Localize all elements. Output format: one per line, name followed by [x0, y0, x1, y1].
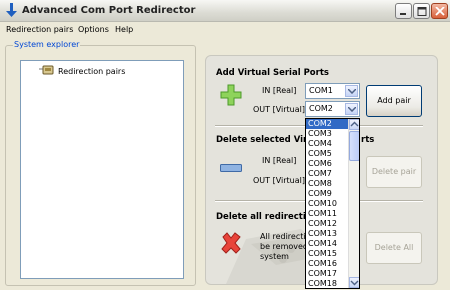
chevron-down-icon[interactable]: [345, 85, 358, 97]
menu-redirection-pairs[interactable]: Redirection pairs: [6, 25, 73, 34]
scroll-down-button[interactable]: [349, 277, 359, 288]
delete-section-title-tail: rts: [361, 135, 375, 145]
delete-in-label: IN [Real]: [262, 156, 297, 165]
add-pair-button[interactable]: Add pair: [366, 85, 422, 117]
dropdown-option[interactable]: COM6: [306, 159, 349, 169]
add-out-label: OUT [Virtual]: [253, 105, 305, 114]
chevron-up-icon: [350, 121, 359, 127]
chevron-down-icon[interactable]: [345, 103, 358, 115]
delete-all-desc-3: system: [260, 252, 289, 261]
minus-icon: [220, 164, 242, 174]
dropdown-option[interactable]: COM14: [306, 239, 349, 249]
dropdown-option[interactable]: COM3: [306, 129, 349, 139]
out-port-select[interactable]: COM2: [305, 101, 360, 117]
dropdown-option[interactable]: COM15: [306, 249, 349, 259]
connector-icon: [39, 65, 55, 78]
port-dropdown-list[interactable]: COM2 COM3 COM4 COM5 COM6 COM7 COM8 COM9 COM10 COM…: [305, 118, 360, 289]
tree-node-label: Redirection pairs: [58, 67, 126, 76]
add-in-label: IN [Real]: [262, 86, 297, 95]
in-port-select[interactable]: COM1: [305, 83, 360, 99]
delete-out-label: OUT [Virtual]: [253, 176, 305, 185]
chevron-down-icon: [350, 280, 359, 286]
dropdown-scrollbar[interactable]: [348, 119, 359, 288]
dropdown-option[interactable]: COM18: [306, 279, 349, 288]
menu-options[interactable]: Options: [78, 25, 109, 34]
scroll-up-button[interactable]: [349, 119, 359, 130]
delete-all-desc-2: be removed: [260, 242, 308, 251]
dropdown-option[interactable]: COM12: [306, 219, 349, 229]
dropdown-option[interactable]: COM9: [306, 189, 349, 199]
minimize-icon: [400, 13, 406, 15]
close-button[interactable]: [431, 3, 448, 19]
title-bar: Advanced Com Port Redirector: [0, 0, 450, 22]
delete-all-section-title: Delete all redirection: [216, 212, 318, 222]
delete-pair-button[interactable]: Delete pair: [366, 156, 422, 188]
dropdown-option[interactable]: COM7: [306, 169, 349, 179]
maximize-button[interactable]: [413, 3, 430, 19]
dropdown-option[interactable]: COM8: [306, 179, 349, 189]
dropdown-option[interactable]: COM17: [306, 269, 349, 279]
tree-node-redirection-pairs[interactable]: Redirection pairs: [39, 65, 125, 78]
dropdown-option[interactable]: COM13: [306, 229, 349, 239]
minimize-button[interactable]: [395, 3, 412, 19]
delete-section-title: Delete selected Virtu: [216, 135, 318, 145]
explorer-tree[interactable]: Redirection pairs: [20, 60, 184, 279]
dropdown-option[interactable]: COM16: [306, 259, 349, 269]
add-section-title: Add Virtual Serial Ports: [216, 68, 329, 78]
maximize-icon: [417, 7, 427, 16]
delete-x-icon: [220, 232, 242, 256]
app-arrow-icon: [5, 3, 18, 18]
dropdown-option[interactable]: COM10: [306, 199, 349, 209]
delete-all-button[interactable]: Delete All: [366, 232, 422, 264]
scroll-thumb[interactable]: [349, 131, 359, 161]
dropdown-option[interactable]: COM4: [306, 139, 349, 149]
dropdown-option[interactable]: COM11: [306, 209, 349, 219]
menu-bar: Redirection pairs Options Help: [0, 22, 450, 39]
close-icon: [435, 7, 445, 16]
system-explorer-title: System explorer: [13, 40, 81, 49]
dropdown-option[interactable]: COM5: [306, 149, 349, 159]
window-title: Advanced Com Port Redirector: [22, 5, 196, 16]
dropdown-option[interactable]: COM2: [306, 119, 349, 129]
menu-help[interactable]: Help: [115, 25, 133, 34]
plus-icon: [220, 84, 242, 108]
